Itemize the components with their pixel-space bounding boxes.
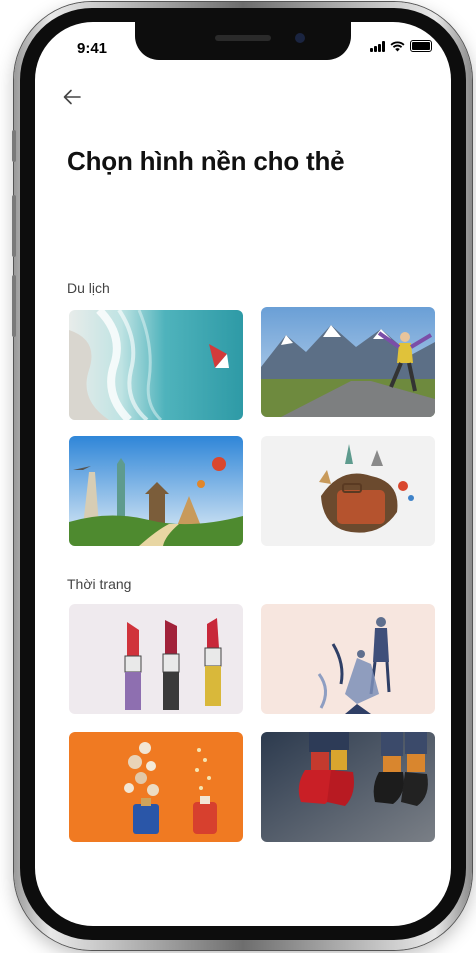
notch	[135, 22, 351, 60]
section-label-travel: Du lịch	[67, 280, 110, 296]
background-option-lipsticks[interactable]	[69, 604, 243, 714]
background-option-fashion-sketch[interactable]	[261, 604, 435, 714]
volume-down-button	[12, 275, 16, 337]
mountain-road-image	[261, 307, 435, 417]
background-option-red-shoes[interactable]	[261, 732, 435, 842]
lipsticks-image	[69, 604, 243, 714]
suitcase-landmarks-image	[261, 436, 435, 546]
arrow-left-icon	[63, 89, 81, 105]
volume-up-button	[12, 195, 16, 257]
speaker-grille	[215, 35, 271, 41]
red-shoes-image	[261, 732, 435, 842]
back-button[interactable]	[61, 86, 87, 112]
perfume-image	[69, 732, 243, 842]
silent-switch	[12, 130, 16, 162]
cellular-signal-icon	[370, 40, 385, 52]
page-title: Chọn hình nền cho thẻ	[67, 146, 345, 176]
background-option-mountain-road[interactable]	[261, 307, 435, 417]
background-option-world-landmarks[interactable]	[69, 436, 243, 546]
status-icons	[370, 40, 432, 52]
background-option-suitcase-landmarks[interactable]	[261, 436, 435, 546]
status-time: 9:41	[77, 40, 108, 57]
section-label-fashion: Thời trang	[67, 576, 132, 592]
background-option-perfume[interactable]	[69, 732, 243, 842]
background-option-ocean-aerial[interactable]	[69, 310, 243, 420]
fashion-sketch-image	[261, 604, 435, 714]
world-landmarks-image	[69, 436, 243, 546]
front-camera	[295, 33, 305, 43]
app-screen: 9:41 Chọn hình nền cho thẻ Du lịch Thời …	[35, 22, 451, 926]
wifi-icon	[390, 40, 405, 51]
ocean-aerial-image	[69, 310, 243, 420]
battery-icon	[410, 40, 432, 52]
